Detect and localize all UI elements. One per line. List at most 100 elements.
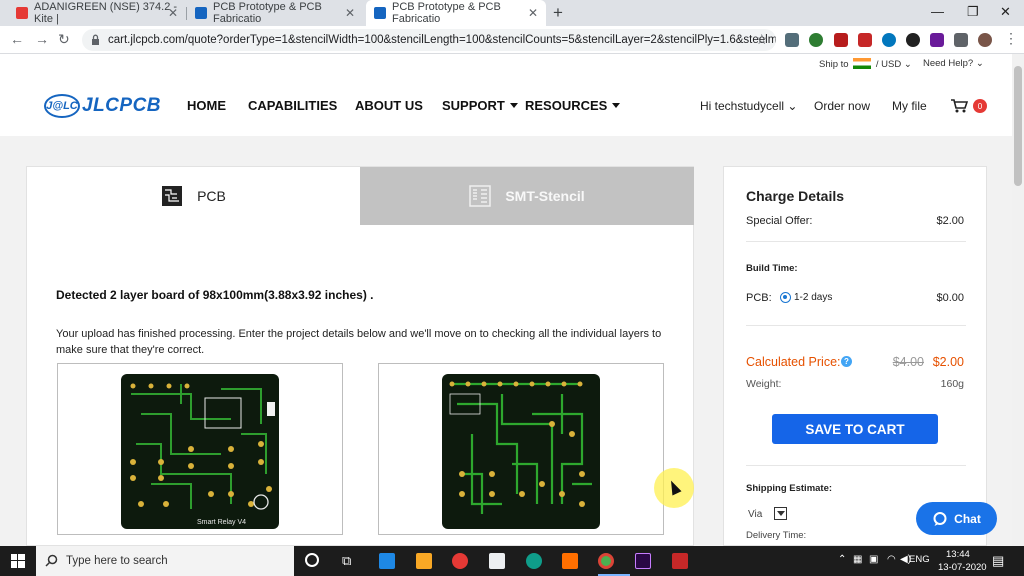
network-icon[interactable]: ▦ (853, 554, 862, 565)
wifi-icon[interactable]: ◠ (887, 554, 896, 565)
pcb-build-label: PCB: (746, 292, 772, 304)
nav-support[interactable]: SUPPORT (442, 98, 518, 113)
extension-icon[interactable] (785, 33, 799, 47)
build-time-radio[interactable] (780, 292, 791, 303)
restore-icon[interactable]: ❐ (967, 4, 979, 20)
old-price: $4.00 (892, 355, 924, 369)
close-tab-icon[interactable]: ✕ (528, 6, 538, 20)
edge-icon[interactable] (526, 553, 542, 569)
forward-icon[interactable]: → (35, 31, 49, 47)
tab-pcb-label: PCB (197, 188, 226, 204)
grammarly-icon[interactable] (809, 33, 823, 47)
chevron-down-icon: ⌄ (975, 58, 984, 69)
tab-title: PCB Prototype & PCB Fabricatio (213, 1, 322, 25)
address-bar-row: ← → ↻ cart.jlcpcb.com/quote?orderType=1&… (0, 26, 1024, 54)
app-icon[interactable] (452, 553, 468, 569)
pcb-build-price: $0.00 (936, 292, 964, 304)
divider (746, 465, 966, 466)
pcb-bottom-image (442, 374, 600, 529)
minimize-icon[interactable]: — (931, 4, 944, 19)
extension-icon[interactable] (906, 33, 920, 47)
nav-capabilities[interactable]: CAPABILITIES (248, 98, 337, 113)
new-tab-icon[interactable]: + (553, 3, 563, 23)
special-offer-label: Special Offer: (746, 215, 813, 227)
app-icon[interactable] (672, 553, 688, 569)
clock-time[interactable]: 13:44 (946, 549, 970, 560)
jlcpcb-favicon-icon (195, 7, 207, 19)
pcb-bottom-traces (449, 381, 592, 514)
scrollbar-thumb[interactable] (1014, 66, 1022, 186)
tab-pcb[interactable]: PCB (27, 167, 360, 225)
action-center-icon[interactable]: ▤ (992, 553, 1004, 569)
profile-avatar[interactable] (978, 33, 992, 47)
nav-home[interactable]: HOME (187, 98, 226, 113)
extension-icon[interactable] (930, 33, 944, 47)
pdf-extension-icon[interactable] (834, 33, 848, 47)
close-tab-icon[interactable]: ✕ (345, 6, 355, 20)
jlcpcb-logo[interactable]: J@LC JLCPCB (44, 94, 161, 118)
stencil-icon (469, 185, 492, 207)
clock-date[interactable]: 13-07-2020 (938, 562, 987, 573)
nav-resources[interactable]: RESOURCES (525, 98, 621, 113)
puzzle-extensions-icon[interactable] (954, 33, 968, 47)
menu-dots-icon[interactable]: ⋮ (1004, 30, 1018, 47)
lock-icon (92, 34, 99, 45)
back-icon[interactable]: ← (10, 31, 24, 47)
tray-expand-icon[interactable]: ⌃ (838, 554, 846, 565)
calculated-price-label: Calculated Price: (746, 355, 841, 369)
pcb-build-days: 1-2 days (794, 292, 833, 303)
caret-down-icon (509, 103, 518, 108)
tab-smt-label: SMT-Stencil (505, 188, 585, 204)
mail-icon[interactable] (379, 553, 395, 569)
my-file-link[interactable]: My file (892, 99, 927, 113)
kite-favicon-icon (16, 7, 28, 19)
page-scrollbar[interactable] (1012, 54, 1024, 546)
ship-to-label: Ship to (819, 59, 849, 70)
need-help-menu[interactable]: Need Help? ⌄ (923, 58, 984, 69)
browser-tab-kite[interactable]: ADANIGREEN (NSE) 374.2 - Kite | ✕ (8, 0, 186, 26)
ship-to-selector[interactable]: Ship to / USD ⌄ (819, 58, 912, 70)
chrome-icon[interactable] (598, 553, 614, 569)
close-tab-icon[interactable]: ✕ (168, 6, 178, 20)
taskbar-search-input[interactable]: Type here to search (36, 546, 294, 576)
cart-icon[interactable] (950, 98, 968, 114)
windows-start-icon[interactable] (11, 554, 25, 568)
premiere-pro-icon[interactable] (635, 553, 651, 569)
tab-title: PCB Prototype & PCB Fabricatio (392, 1, 501, 25)
vlc-icon[interactable] (562, 553, 578, 569)
chat-button[interactable]: Chat (916, 502, 997, 535)
save-to-cart-button[interactable]: SAVE TO CART (772, 414, 938, 444)
app-icon[interactable] (489, 553, 505, 569)
browser-tab-jlcpcb-1[interactable]: PCB Prototype & PCB Fabricatio ✕ (187, 0, 363, 26)
extension-icon[interactable] (882, 33, 896, 47)
tab-title: ADANIGREEN (NSE) 374.2 - Kite | (34, 1, 178, 25)
url-input[interactable]: cart.jlcpcb.com/quote?orderType=1&stenci… (82, 29, 776, 51)
flash-extension-icon[interactable] (858, 33, 872, 47)
order-now-link[interactable]: Order now (814, 99, 870, 113)
input-language[interactable]: ENG (909, 554, 930, 565)
task-view-icon[interactable]: ⧉ (342, 553, 351, 569)
caret-down-icon (612, 103, 621, 108)
nav-resources-label: RESOURCES (525, 98, 608, 113)
tab-smt-stencil[interactable]: SMT-Stencil (360, 167, 694, 225)
detected-board-text: Detected 2 layer board of 98x100mm(3.88x… (56, 288, 374, 302)
tray-app-icon[interactable]: ▣ (869, 554, 878, 565)
user-menu[interactable]: Hi techstudycell ⌄ (700, 99, 797, 113)
divider (746, 241, 966, 242)
file-explorer-icon[interactable] (416, 553, 432, 569)
cortana-icon[interactable] (305, 553, 319, 567)
quote-panel: PCB SMT-Stencil Detected 2 layer board o… (26, 166, 694, 546)
search-placeholder: Type here to search (66, 555, 168, 567)
close-window-icon[interactable]: ✕ (1000, 4, 1011, 20)
browser-tab-jlcpcb-active[interactable]: PCB Prototype & PCB Fabricatio ✕ (366, 0, 546, 26)
divider (746, 325, 966, 326)
nav-about-us[interactable]: ABOUT US (355, 98, 423, 113)
bookmark-star-icon[interactable]: ☆ (755, 31, 768, 48)
jlcpcb-favicon-icon (374, 7, 386, 19)
search-icon (45, 554, 58, 567)
chat-bubble-icon (933, 511, 947, 526)
help-question-icon[interactable]: ? (841, 356, 852, 367)
reload-icon[interactable]: ↻ (58, 31, 70, 48)
shipping-method-select[interactable] (774, 507, 787, 520)
user-greeting: Hi techstudycell (700, 99, 785, 113)
